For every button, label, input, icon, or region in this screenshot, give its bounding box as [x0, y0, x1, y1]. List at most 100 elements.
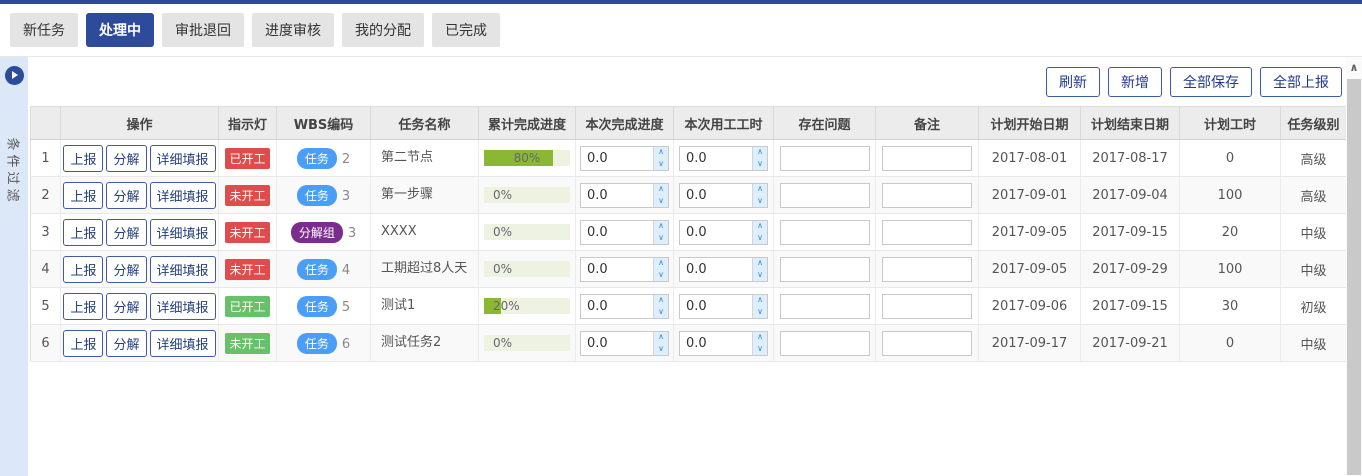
spinner-up-icon[interactable]: ∧	[654, 295, 668, 307]
action-button-分解[interactable]: 分解	[106, 330, 146, 357]
issue-input[interactable]	[780, 220, 870, 245]
issue-input[interactable]	[780, 146, 870, 171]
spinner-up-icon[interactable]: ∧	[753, 332, 767, 344]
work-hours-input[interactable]	[680, 295, 752, 318]
plan-hours-cell: 20	[1180, 214, 1281, 251]
this-progress-input[interactable]	[581, 258, 653, 281]
action-button-详细填报[interactable]: 详细填报	[150, 330, 216, 357]
spinner-up-icon[interactable]: ∧	[654, 221, 668, 233]
row-number-cell: 3	[31, 214, 61, 251]
spinner-down-icon[interactable]: ∨	[753, 232, 767, 244]
spinner-up-icon[interactable]: ∧	[654, 332, 668, 344]
tab-审批退回[interactable]: 审批退回	[162, 13, 244, 47]
work-hours-cell: ∧∨	[674, 177, 774, 214]
this-progress-input[interactable]	[581, 147, 653, 170]
note-input[interactable]	[882, 220, 972, 245]
action-button-上报[interactable]: 上报	[63, 293, 103, 320]
tab-进度审核[interactable]: 进度审核	[252, 13, 334, 47]
plan-start-date-cell: 2017-08-01	[979, 140, 1081, 177]
plan-start-date-cell: 2017-09-05	[979, 214, 1081, 251]
spinner-up-icon[interactable]: ∧	[654, 184, 668, 196]
spinner-up-icon[interactable]: ∧	[753, 295, 767, 307]
action-button-上报[interactable]: 上报	[63, 256, 103, 283]
spinner-down-icon[interactable]: ∨	[654, 343, 668, 355]
operation-buttons: 上报分解详细填报	[61, 256, 218, 283]
toolbar-button-新增[interactable]: 新增	[1108, 67, 1162, 97]
issue-input[interactable]	[780, 294, 870, 319]
issue-input[interactable]	[780, 331, 870, 356]
plan-hours-cell: 0	[1180, 140, 1281, 177]
toolbar-button-全部上报[interactable]: 全部上报	[1260, 67, 1342, 97]
work-hours-input[interactable]	[680, 332, 752, 355]
action-button-上报[interactable]: 上报	[63, 182, 103, 209]
spinner-down-icon[interactable]: ∨	[654, 232, 668, 244]
main-panel: 刷新新增全部保存全部上报 操作指示灯WBS编码任务名称累计完成进度本次完成进度本…	[28, 57, 1346, 476]
spinner-up-icon[interactable]: ∧	[753, 258, 767, 270]
toolbar-button-刷新[interactable]: 刷新	[1046, 67, 1100, 97]
this-progress-input[interactable]	[581, 295, 653, 318]
action-button-分解[interactable]: 分解	[106, 219, 146, 246]
progress-label: 0%	[493, 224, 512, 240]
work-hours-input[interactable]	[680, 184, 752, 207]
action-button-详细填报[interactable]: 详细填报	[150, 145, 216, 172]
action-button-分解[interactable]: 分解	[106, 256, 146, 283]
spinner-down-icon[interactable]: ∨	[753, 306, 767, 318]
note-input[interactable]	[882, 183, 972, 208]
action-button-上报[interactable]: 上报	[63, 330, 103, 357]
issue-input[interactable]	[780, 257, 870, 282]
task-level-cell: 高级	[1281, 177, 1347, 214]
spinner-down-icon[interactable]: ∨	[654, 306, 668, 318]
status-tabbar: 新任务处理中审批退回进度审核我的分配已完成	[0, 4, 1362, 56]
work-hours-input[interactable]	[680, 221, 752, 244]
action-button-分解[interactable]: 分解	[106, 182, 146, 209]
spinner-down-icon[interactable]: ∨	[753, 269, 767, 281]
note-input[interactable]	[882, 294, 972, 319]
spinner-up-icon[interactable]: ∧	[654, 147, 668, 159]
action-button-详细填报[interactable]: 详细填报	[150, 182, 216, 209]
scroll-up-icon[interactable]: ∧	[1346, 57, 1362, 77]
this-progress-input[interactable]	[581, 184, 653, 207]
issue-input[interactable]	[780, 183, 870, 208]
toolbar-button-全部保存[interactable]: 全部保存	[1170, 67, 1252, 97]
operations-cell: 上报分解详细填报	[61, 214, 219, 251]
note-cell	[876, 177, 979, 214]
vertical-scrollbar[interactable]: ∧	[1346, 57, 1362, 476]
action-button-分解[interactable]: 分解	[106, 145, 146, 172]
this-progress-input[interactable]	[581, 221, 653, 244]
row-number-cell: 2	[31, 177, 61, 214]
note-input[interactable]	[882, 146, 972, 171]
spinner-down-icon[interactable]: ∨	[654, 269, 668, 281]
row-number-cell: 1	[31, 140, 61, 177]
operation-buttons: 上报分解详细填报	[61, 330, 218, 357]
expand-filter-button[interactable]	[5, 66, 24, 85]
spinner-down-icon[interactable]: ∨	[654, 158, 668, 170]
this-progress-input[interactable]	[581, 332, 653, 355]
spinner-down-icon[interactable]: ∨	[753, 158, 767, 170]
tab-处理中[interactable]: 处理中	[86, 13, 154, 47]
action-button-详细填报[interactable]: 详细填报	[150, 293, 216, 320]
action-button-详细填报[interactable]: 详细填报	[150, 219, 216, 246]
wbs-code: 4	[342, 263, 350, 278]
action-button-上报[interactable]: 上报	[63, 219, 103, 246]
spinner-down-icon[interactable]: ∨	[753, 195, 767, 207]
action-button-详细填报[interactable]: 详细填报	[150, 256, 216, 283]
tab-我的分配[interactable]: 我的分配	[342, 13, 424, 47]
tab-已完成[interactable]: 已完成	[432, 13, 500, 47]
work-hours-input[interactable]	[680, 147, 752, 170]
spinner-up-icon[interactable]: ∧	[753, 184, 767, 196]
spinner-up-icon[interactable]: ∧	[654, 258, 668, 270]
action-button-分解[interactable]: 分解	[106, 293, 146, 320]
spinner-up-icon[interactable]: ∧	[753, 221, 767, 233]
this-progress-cell: ∧∨	[576, 177, 674, 214]
action-button-上报[interactable]: 上报	[63, 145, 103, 172]
column-header-存在问题: 存在问题	[774, 107, 876, 140]
this-progress-spinner: ∧∨	[580, 294, 669, 319]
note-input[interactable]	[882, 331, 972, 356]
work-hours-input[interactable]	[680, 258, 752, 281]
spinner-down-icon[interactable]: ∨	[654, 195, 668, 207]
spinner-down-icon[interactable]: ∨	[753, 343, 767, 355]
tab-新任务[interactable]: 新任务	[10, 13, 78, 47]
scrollbar-thumb[interactable]	[1347, 79, 1361, 475]
spinner-up-icon[interactable]: ∧	[753, 147, 767, 159]
note-input[interactable]	[882, 257, 972, 282]
